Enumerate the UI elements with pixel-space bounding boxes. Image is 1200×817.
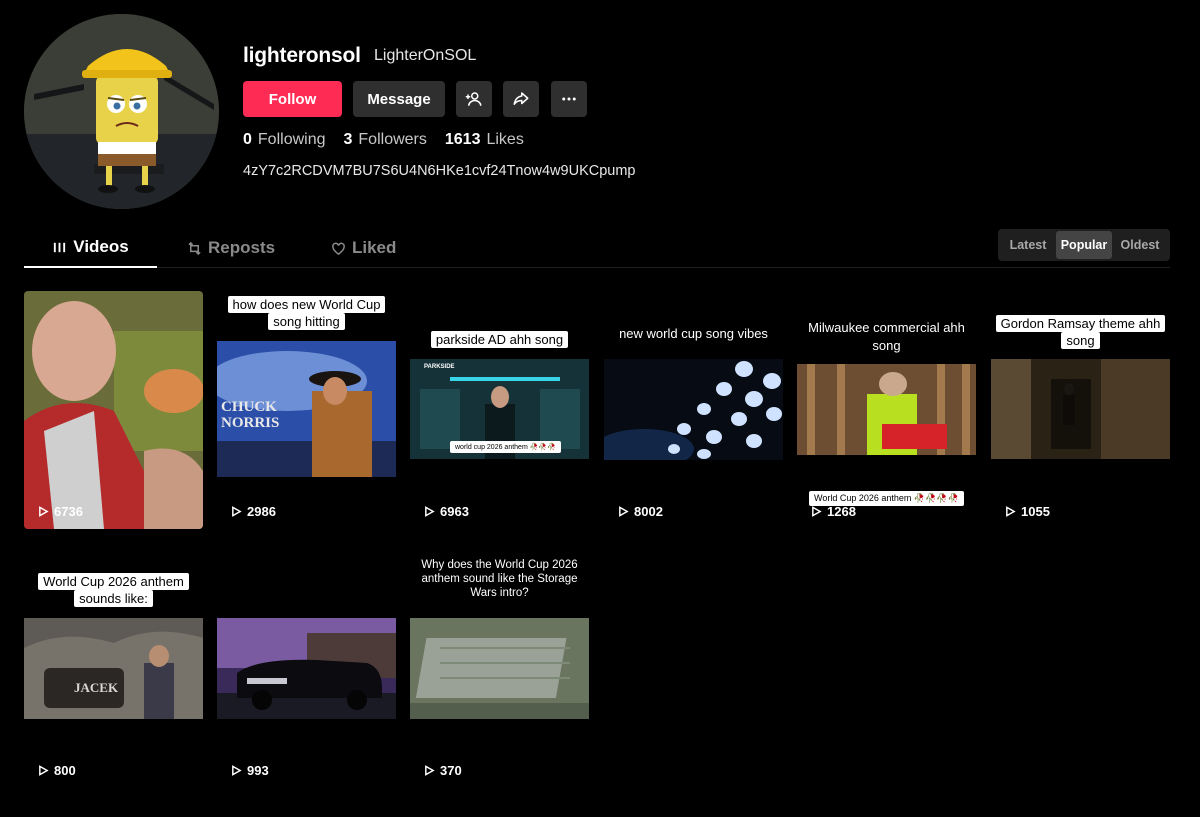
view-count: 6963 bbox=[424, 504, 469, 519]
view-count-value: 2986 bbox=[247, 504, 276, 519]
video-caption: how does new World Cup song hitting bbox=[217, 296, 396, 330]
tab-reposts[interactable]: Reposts bbox=[187, 228, 275, 268]
view-count-value: 370 bbox=[440, 763, 462, 778]
video-thumbnail bbox=[24, 618, 203, 719]
profile-stats: 0 Following 3 Followers 1613 Likes bbox=[243, 131, 524, 149]
video-caption: Gordon Ramsay theme ahh song bbox=[991, 315, 1170, 349]
heart-outline-icon bbox=[332, 242, 345, 255]
video-card[interactable]: Milwaukee commercial ahh song World Cup … bbox=[797, 291, 976, 529]
tab-liked[interactable]: Liked bbox=[331, 228, 396, 268]
scene-text: CHUCK NORRIS bbox=[221, 399, 280, 431]
tab-videos[interactable]: Videos bbox=[24, 228, 157, 268]
video-thumbnail bbox=[991, 359, 1170, 459]
view-count: 1268 bbox=[811, 504, 856, 519]
repost-icon bbox=[188, 241, 201, 255]
play-icon bbox=[232, 506, 242, 517]
tab-videos-label: Videos bbox=[73, 237, 129, 256]
play-icon bbox=[232, 765, 242, 776]
profile-display-name: LighterOnSOL bbox=[374, 47, 477, 64]
video-caption: Why does the World Cup 2026 anthem sound… bbox=[421, 559, 578, 599]
follow-button[interactable]: Follow bbox=[243, 81, 342, 117]
following-stat[interactable]: 0 Following bbox=[243, 131, 326, 149]
add-friend-button[interactable] bbox=[456, 81, 492, 117]
view-count: 370 bbox=[424, 763, 462, 778]
view-count-value: 6736 bbox=[54, 504, 83, 519]
sort-popular[interactable]: Popular bbox=[1056, 231, 1112, 259]
more-options-button[interactable] bbox=[551, 81, 587, 117]
profile-avatar[interactable] bbox=[24, 14, 219, 209]
video-caption: World Cup 2026 anthem sounds like: bbox=[24, 573, 203, 607]
view-count: 8002 bbox=[618, 504, 663, 519]
video-caption-text: World Cup 2026 anthem sounds like: bbox=[38, 573, 189, 607]
likes-stat: 1613 Likes bbox=[445, 131, 524, 149]
profile-bio: 4zY7c2RCDVM7BU7S6U4N6HKe1cvf24Tnow4w9UKC… bbox=[243, 163, 636, 179]
grid-bars-icon bbox=[54, 242, 66, 252]
video-caption-text: Gordon Ramsay theme ahh song bbox=[995, 315, 1166, 349]
play-icon bbox=[425, 506, 435, 517]
video-thumbnail bbox=[797, 364, 976, 455]
video-card[interactable]: Gordon Ramsay theme ahh song 1055 bbox=[991, 291, 1170, 529]
view-count-value: 6963 bbox=[440, 504, 469, 519]
tab-liked-label: Liked bbox=[352, 238, 397, 257]
video-card[interactable]: 6736 bbox=[24, 291, 203, 529]
video-caption-text: how does new World Cup song hitting bbox=[227, 296, 386, 330]
likes-label: Likes bbox=[486, 131, 524, 148]
play-icon bbox=[1006, 506, 1016, 517]
sort-oldest[interactable]: Oldest bbox=[1112, 231, 1168, 259]
followers-count: 3 bbox=[343, 131, 353, 148]
avatar-image bbox=[24, 14, 219, 209]
scene-label: JACEK bbox=[74, 680, 119, 695]
view-count-value: 1055 bbox=[1021, 504, 1050, 519]
followers-stat[interactable]: 3 Followers bbox=[344, 131, 427, 149]
view-count: 2986 bbox=[231, 504, 276, 519]
following-count: 0 bbox=[243, 131, 252, 148]
video-caption: parkside AD ahh song bbox=[410, 331, 589, 348]
video-card[interactable]: parkside AD ahh song PARKSIDE world cup … bbox=[410, 291, 589, 529]
video-caption: new world cup song vibes bbox=[619, 326, 768, 341]
view-count-value: 993 bbox=[247, 763, 269, 778]
play-icon bbox=[425, 765, 435, 776]
video-card[interactable]: World Cup 2026 anthem sounds like: JACEK… bbox=[24, 550, 203, 788]
sort-toggle: Latest Popular Oldest bbox=[998, 229, 1170, 261]
view-count-value: 1268 bbox=[827, 504, 856, 519]
video-card[interactable]: how does new World Cup song hitting CHUC… bbox=[217, 291, 396, 529]
video-caption-text: parkside AD ahh song bbox=[430, 331, 569, 348]
view-count: 800 bbox=[38, 763, 76, 778]
video-thumbnail bbox=[410, 618, 589, 719]
scene-label: PARKSIDE bbox=[424, 364, 455, 370]
tab-reposts-label: Reposts bbox=[208, 238, 276, 257]
share-button[interactable] bbox=[503, 81, 539, 117]
following-label: Following bbox=[257, 131, 326, 148]
video-caption: Milwaukee commercial ahh song bbox=[808, 320, 965, 353]
view-count-value: 800 bbox=[54, 763, 76, 778]
more-horizontal-icon bbox=[562, 97, 576, 101]
message-button[interactable]: Message bbox=[353, 81, 445, 117]
view-count: 993 bbox=[231, 763, 269, 778]
play-icon bbox=[39, 506, 49, 517]
view-count: 6736 bbox=[38, 504, 83, 519]
view-count-value: 8002 bbox=[634, 504, 663, 519]
view-count: 1055 bbox=[1005, 504, 1050, 519]
sort-latest[interactable]: Latest bbox=[1000, 231, 1056, 259]
video-thumbnail bbox=[217, 618, 396, 719]
video-card[interactable]: 993 bbox=[217, 550, 396, 788]
video-card[interactable]: Why does the World Cup 2026 anthem sound… bbox=[410, 550, 589, 788]
video-card[interactable]: new world cup song vibes 8002 bbox=[604, 291, 783, 529]
video-sticker: world cup 2026 anthem 🥀🥀🥀 bbox=[450, 441, 561, 453]
video-thumbnail bbox=[24, 291, 203, 529]
video-thumbnail bbox=[604, 359, 783, 460]
play-icon bbox=[812, 506, 822, 517]
play-icon bbox=[39, 765, 49, 776]
play-icon bbox=[619, 506, 629, 517]
likes-count: 1613 bbox=[444, 131, 481, 148]
followers-label: Followers bbox=[358, 131, 427, 148]
profile-username: lighteronsol bbox=[243, 44, 361, 67]
share-icon bbox=[513, 92, 529, 105]
add-user-icon bbox=[465, 92, 482, 106]
